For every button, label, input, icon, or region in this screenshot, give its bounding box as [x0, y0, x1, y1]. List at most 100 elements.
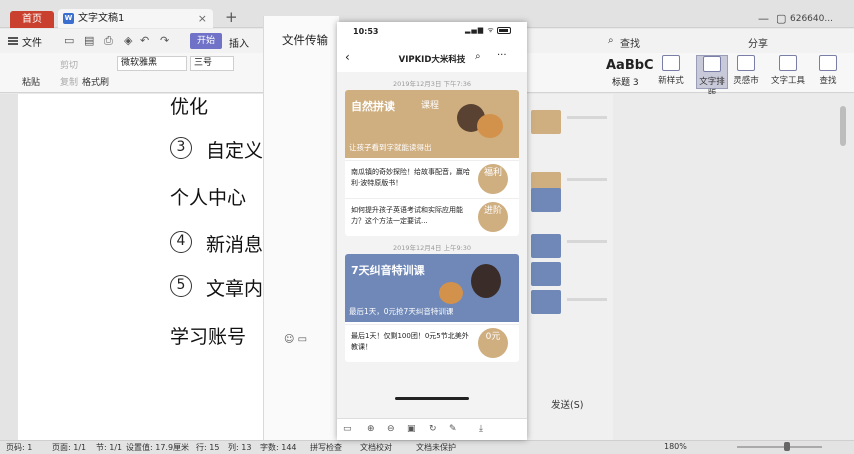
article-card[interactable]: 7天纠音特训课 最后1天，0元抢7天纠音特训课 最后1天！仅剩100团！0元5节… — [345, 254, 519, 362]
thumbnail-caption — [567, 240, 607, 243]
thumbnail-caption — [567, 116, 607, 119]
article-banner[interactable]: 7天纠音特训课 最后1天，0元抢7天纠音特训课 — [345, 254, 519, 322]
text-layout-button[interactable]: 文字排版 — [696, 55, 728, 99]
search-icon[interactable]: ⌕ — [608, 35, 614, 46]
more-icon[interactable]: ··· — [497, 50, 507, 61]
tab-document-label: 文字文稿1 — [78, 13, 125, 24]
tab-home[interactable]: 首页 — [10, 11, 54, 28]
format-painter-button[interactable]: 格式刷 — [82, 75, 109, 88]
signal-icon: ▂▄▆ ᯤ — [465, 26, 495, 34]
thumbnail-caption — [567, 178, 607, 181]
new-tab-button[interactable]: + — [225, 8, 238, 26]
undo-icon[interactable]: ↶ — [140, 34, 149, 47]
paste-button[interactable]: 粘贴 — [22, 75, 40, 88]
print-icon[interactable]: ⎙ — [104, 34, 113, 48]
fit-icon[interactable]: ▣ — [407, 424, 416, 434]
thumbnail[interactable] — [531, 234, 561, 258]
word-doc-icon: W — [63, 13, 74, 24]
article-row-text: 最后1天！仅剩100团！0元5节北美外教课！ — [351, 332, 469, 351]
new-style-button[interactable]: 新样式 — [655, 55, 687, 86]
banner-subtitle: 最后1天，0元抢7天纠音特训课 — [349, 307, 454, 316]
doc-proofread[interactable]: 文档校对 — [360, 442, 392, 453]
status-words: 字数: 144 — [260, 443, 297, 452]
status-pages: 页面: 1/1 — [52, 443, 87, 452]
status-row: 行: 15 — [196, 443, 220, 452]
spell-check[interactable]: 拼写检查 — [310, 442, 342, 453]
inspiration-button[interactable]: 灵感市 — [730, 55, 762, 86]
send-button[interactable]: 发送(S) — [551, 397, 583, 411]
folder-icon[interactable]: ▭ — [298, 334, 307, 345]
redo-icon[interactable]: ↷ — [160, 34, 169, 47]
phone-time: 10:53 — [353, 27, 379, 36]
maximize-icon[interactable]: ▢ — [776, 12, 786, 25]
article-row[interactable]: 南瓜镇的奇妙探险！给故事配音，赢哈利·波特原版书！ 福利 — [345, 160, 519, 198]
open-icon[interactable]: ▭ — [64, 34, 74, 47]
text-layout-icon — [703, 56, 721, 72]
article-row-text: 如何提升孩子英语考试和实际应用能力？这个方法一定要试... — [351, 206, 463, 225]
emoji-icon[interactable]: ☺ — [284, 334, 294, 345]
text-tools-button[interactable]: 文字工具 — [768, 55, 808, 86]
status-section: 节: 1/1 — [96, 443, 123, 452]
find-button[interactable]: 查找 — [812, 55, 844, 86]
copy-button[interactable]: 复制 — [60, 75, 78, 88]
thumbnail-caption — [567, 298, 607, 301]
thumbnail[interactable] — [531, 188, 561, 212]
cut-button[interactable]: 剪切 — [60, 58, 78, 71]
panel-icon[interactable]: ▭ — [343, 424, 352, 434]
article-row[interactable]: 最后1天！仅剩100团！0元5节北美外教课！ 0元 — [345, 324, 519, 362]
text-tools-icon — [779, 55, 797, 71]
banner-subtitle: 让孩子看到字就能读得出 — [349, 143, 432, 152]
doc-text: 文章内 — [206, 278, 264, 300]
message-feed[interactable]: 2019年12月3日 下午7:36 自然拼读 课程 让孩子看到字就能读得出 南瓜… — [337, 72, 527, 418]
doc-text: 个人中心 — [170, 187, 247, 209]
save-icon[interactable]: ▤ — [84, 34, 94, 47]
font-size-select[interactable]: 三号 — [190, 56, 234, 71]
doc-text: 自定义 — [206, 140, 264, 162]
battery-icon — [497, 27, 511, 34]
right-workspace — [613, 94, 854, 440]
status-bar: 页码: 1 页面: 1/1 节: 1/1 设置值: 17.9厘米 行: 15 列… — [0, 440, 854, 454]
edit-icon[interactable]: ✎ — [449, 424, 457, 434]
zoom-out-icon[interactable]: ⊖ — [387, 424, 395, 434]
doc-unprotected[interactable]: 文档未保护 — [416, 442, 456, 453]
style-preview[interactable]: AaBbC — [606, 58, 654, 73]
bear-illustration — [439, 282, 463, 304]
zoom-level[interactable]: 180% — [664, 442, 687, 451]
download-icon[interactable]: ⤓ — [479, 424, 483, 434]
article-card[interactable]: 自然拼读 课程 让孩子看到字就能读得出 南瓜镇的奇妙探险！给故事配音，赢哈利·波… — [345, 90, 519, 236]
preview-icon[interactable]: ◈ — [124, 34, 132, 47]
list-number: 5 — [170, 275, 192, 297]
zoom-in-icon[interactable]: ⊕ — [367, 424, 375, 434]
panel-toolbar: ☺ ▭ — [284, 334, 307, 345]
close-tab-icon[interactable]: × — [198, 9, 207, 28]
thumbnail[interactable] — [531, 262, 561, 286]
share-button[interactable]: 分享 — [748, 35, 768, 50]
find-icon — [819, 55, 837, 71]
user-id[interactable]: 626640... — [790, 14, 833, 24]
lightbulb-icon — [737, 55, 755, 71]
thumbnail[interactable] — [531, 110, 561, 134]
message-timestamp: 2019年12月3日 下午7:36 — [392, 80, 472, 88]
tab-document[interactable]: W 文字文稿1 × — [58, 9, 213, 28]
minimize-icon[interactable]: — — [758, 12, 769, 25]
phone-status-bar: 10:53 ▂▄▆ ᯤ — [337, 22, 527, 40]
menu-search[interactable]: 查找 — [620, 35, 640, 50]
phone-screen: 10:53 ▂▄▆ ᯤ ‹ VIPKID大米科技 ⌕ ··· 2019年12月3… — [337, 22, 527, 440]
thumbnail[interactable] — [531, 290, 561, 314]
style-caption: 标题 3 — [612, 78, 639, 88]
banner-title: 自然拼读 — [351, 100, 395, 113]
vertical-scrollbar[interactable] — [838, 100, 848, 430]
zoom-slider[interactable] — [737, 446, 822, 448]
tab-start[interactable]: 开始 — [190, 33, 222, 49]
zoom-slider-knob[interactable] — [784, 442, 790, 451]
rotate-icon[interactable]: ↻ — [429, 424, 437, 434]
menu-icon[interactable] — [8, 37, 18, 45]
article-banner[interactable]: 自然拼读 课程 让孩子看到字就能读得出 — [345, 90, 519, 158]
chat-header: ‹ VIPKID大米科技 ⌕ ··· — [337, 50, 527, 70]
article-row-badge: 福利 — [478, 164, 508, 194]
font-family-select[interactable]: 微软雅黑 — [117, 56, 187, 71]
tab-insert[interactable]: 插入 — [229, 35, 249, 50]
search-icon[interactable]: ⌕ — [475, 51, 481, 62]
menu-file[interactable]: 文件 — [22, 34, 42, 49]
article-row[interactable]: 如何提升孩子英语考试和实际应用能力？这个方法一定要试... 进阶 — [345, 198, 519, 236]
